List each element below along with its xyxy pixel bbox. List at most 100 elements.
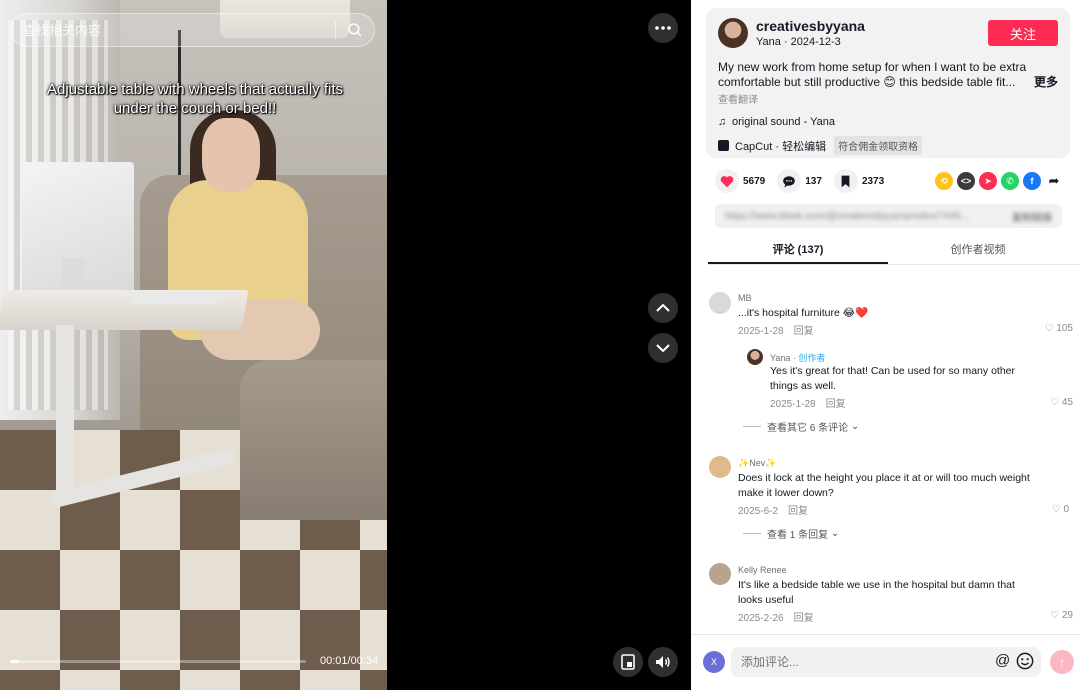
reply-like[interactable]: ♡ 45 xyxy=(1033,397,1073,408)
previous-video-button[interactable] xyxy=(648,293,678,323)
person-head xyxy=(202,118,260,192)
picture-in-picture-button[interactable] xyxy=(613,647,643,677)
share-icons: ⟲ <> ➤ ✆ f ➦ xyxy=(935,172,1063,190)
comment-author[interactable]: MB xyxy=(738,293,752,303)
search-bar xyxy=(10,13,375,47)
send-icon[interactable]: ➤ xyxy=(979,172,997,190)
music-title: original sound - Yana xyxy=(732,116,835,128)
reply-button[interactable]: 回复 xyxy=(794,326,814,337)
comment-date: 2025-1-28 xyxy=(738,326,784,337)
translate-link[interactable]: 查看翻译 xyxy=(718,91,1058,106)
comment-bar: X @ ↑ xyxy=(691,634,1080,690)
description-text: My new work from home setup for when I w… xyxy=(718,60,1027,89)
emoji-icon[interactable] xyxy=(1016,652,1034,670)
comment-avatar[interactable] xyxy=(709,456,731,478)
view-replies[interactable]: 查看 1 条回复 ⌄ xyxy=(743,526,839,541)
author-text: creativesbyyana Yana · 2024-12-3 xyxy=(756,18,988,48)
chevron-down-icon: ⌄ xyxy=(830,528,840,539)
video-link[interactable]: https://www.tiktok.com/@creativesbyyana/… xyxy=(725,211,1004,222)
reply-avatar[interactable] xyxy=(747,349,763,365)
bookmark-icon xyxy=(833,169,858,193)
repost-icon[interactable]: ⟲ xyxy=(935,172,953,190)
search-icon[interactable] xyxy=(346,21,364,39)
my-avatar[interactable]: X xyxy=(703,651,725,673)
comment-date: 2025-2-26 xyxy=(738,613,784,624)
comment-author[interactable]: Kelly Renee xyxy=(738,565,787,575)
mention-icon[interactable]: @ xyxy=(995,652,1010,669)
capcut-icon xyxy=(718,140,729,151)
comment-text: It's like a bedside table we use in the … xyxy=(738,579,1015,606)
comment-date: 2025-6-2 xyxy=(738,506,779,517)
more-options-button[interactable] xyxy=(648,13,678,43)
author-subtitle: Yana · 2024-12-3 xyxy=(756,36,841,48)
reply-button[interactable]: 回复 xyxy=(794,613,814,624)
comment-like-count: 29 xyxy=(1061,610,1073,621)
view-replies-label: 查看 1 条回复 xyxy=(767,530,829,541)
pip-icon xyxy=(621,654,635,670)
copy-link-button[interactable]: 复制链接 xyxy=(1012,209,1052,224)
progress-bar[interactable] xyxy=(10,660,306,663)
next-video-button[interactable] xyxy=(648,333,678,363)
whatsapp-icon[interactable]: ✆ xyxy=(1001,172,1019,190)
comment-stat[interactable]: 137 xyxy=(777,169,822,193)
couch-arm xyxy=(240,360,387,520)
app: Adjustable table with wheels that actual… xyxy=(0,0,1080,690)
post-info-card: creativesbyyana Yana · 2024-12-3 关注 My n… xyxy=(706,8,1070,158)
more-dots-icon xyxy=(655,26,671,30)
capcut-row: CapCut · 轻松编辑 符合佣金领取资格 xyxy=(718,136,1058,155)
author-avatar[interactable] xyxy=(718,18,748,48)
search-input[interactable] xyxy=(23,22,325,38)
view-more-label: 查看其它 6 条评论 xyxy=(767,423,849,434)
comment-count: 137 xyxy=(805,175,822,187)
follow-button[interactable]: 关注 xyxy=(988,20,1058,46)
video-caption: Adjustable table with wheels that actual… xyxy=(47,81,343,117)
comment-avatar[interactable] xyxy=(709,563,731,585)
save-stat[interactable]: 2373 xyxy=(833,169,884,193)
music-row[interactable]: ♫ original sound - Yana xyxy=(718,116,1058,128)
reply-text: Yes it's great for that! Can be used for… xyxy=(770,365,1016,392)
progress-fill xyxy=(10,660,19,663)
creator-badge: 创作者 xyxy=(798,353,826,363)
author-row: creativesbyyana Yana · 2024-12-3 关注 xyxy=(718,18,1058,48)
tab-creator-videos[interactable]: 创作者视频 xyxy=(888,237,1068,264)
chevron-down-icon xyxy=(656,344,670,353)
link-box: https://www.tiktok.com/@creativesbyyana/… xyxy=(715,204,1062,228)
stats-row: 5679 137 2373 ⟲ <> ➤ ✆ f ➦ xyxy=(715,168,1063,194)
detail-panel: creativesbyyana Yana · 2024-12-3 关注 My n… xyxy=(691,0,1080,690)
share-arrow-icon[interactable]: ➦ xyxy=(1045,172,1063,190)
reply-author[interactable]: Yana · 创作者 xyxy=(770,351,825,364)
like-count: 5679 xyxy=(743,175,766,187)
view-more-comments[interactable]: 查看其它 6 条评论 ⌄ xyxy=(743,419,859,434)
video-area: Adjustable table with wheels that actual… xyxy=(0,0,691,690)
facebook-icon[interactable]: f xyxy=(1023,172,1041,190)
like-stat[interactable]: 5679 xyxy=(715,169,765,193)
reply-button[interactable]: 回复 xyxy=(826,399,846,410)
tab-comments[interactable]: 评论 (137) xyxy=(708,237,888,264)
more-link[interactable]: 更多 xyxy=(1030,75,1058,90)
search-divider xyxy=(335,21,336,39)
comment-like[interactable]: ♡ 0 xyxy=(1029,504,1069,515)
comment-like[interactable]: ♡ 105 xyxy=(1033,323,1073,334)
comment-like-count: 105 xyxy=(1056,323,1073,334)
embed-icon[interactable]: <> xyxy=(957,172,975,190)
comment-bubble-icon xyxy=(777,169,802,193)
comment-text: ...it's hospital furniture 😂❤️ xyxy=(738,307,869,319)
video-player[interactable]: Adjustable table with wheels that actual… xyxy=(0,0,387,690)
comment-like[interactable]: ♡ 29 xyxy=(1033,610,1073,621)
chevron-up-icon xyxy=(656,303,670,312)
comment-meta: 2025-2-26 回复 xyxy=(738,609,824,624)
send-comment-button[interactable]: ↑ xyxy=(1050,650,1074,674)
capcut-label[interactable]: CapCut · 轻松编辑 xyxy=(735,138,826,154)
reply-author-name: Yana xyxy=(770,353,791,363)
reply-button[interactable]: 回复 xyxy=(788,506,808,517)
reply-like-count: 45 xyxy=(1061,397,1073,408)
reply-date: 2025-1-28 xyxy=(770,399,816,410)
volume-icon xyxy=(656,656,670,668)
comment-author[interactable]: ✨Nev✨ xyxy=(738,458,776,469)
comment-meta: 2025-6-2 回复 xyxy=(738,502,818,517)
volume-button[interactable] xyxy=(648,647,678,677)
comment-meta: 2025-1-28 回复 xyxy=(738,322,824,337)
video-time: 00:01/00:34 xyxy=(320,655,379,667)
author-handle[interactable]: creativesbyyana xyxy=(756,18,988,34)
comment-avatar[interactable] xyxy=(709,292,731,314)
